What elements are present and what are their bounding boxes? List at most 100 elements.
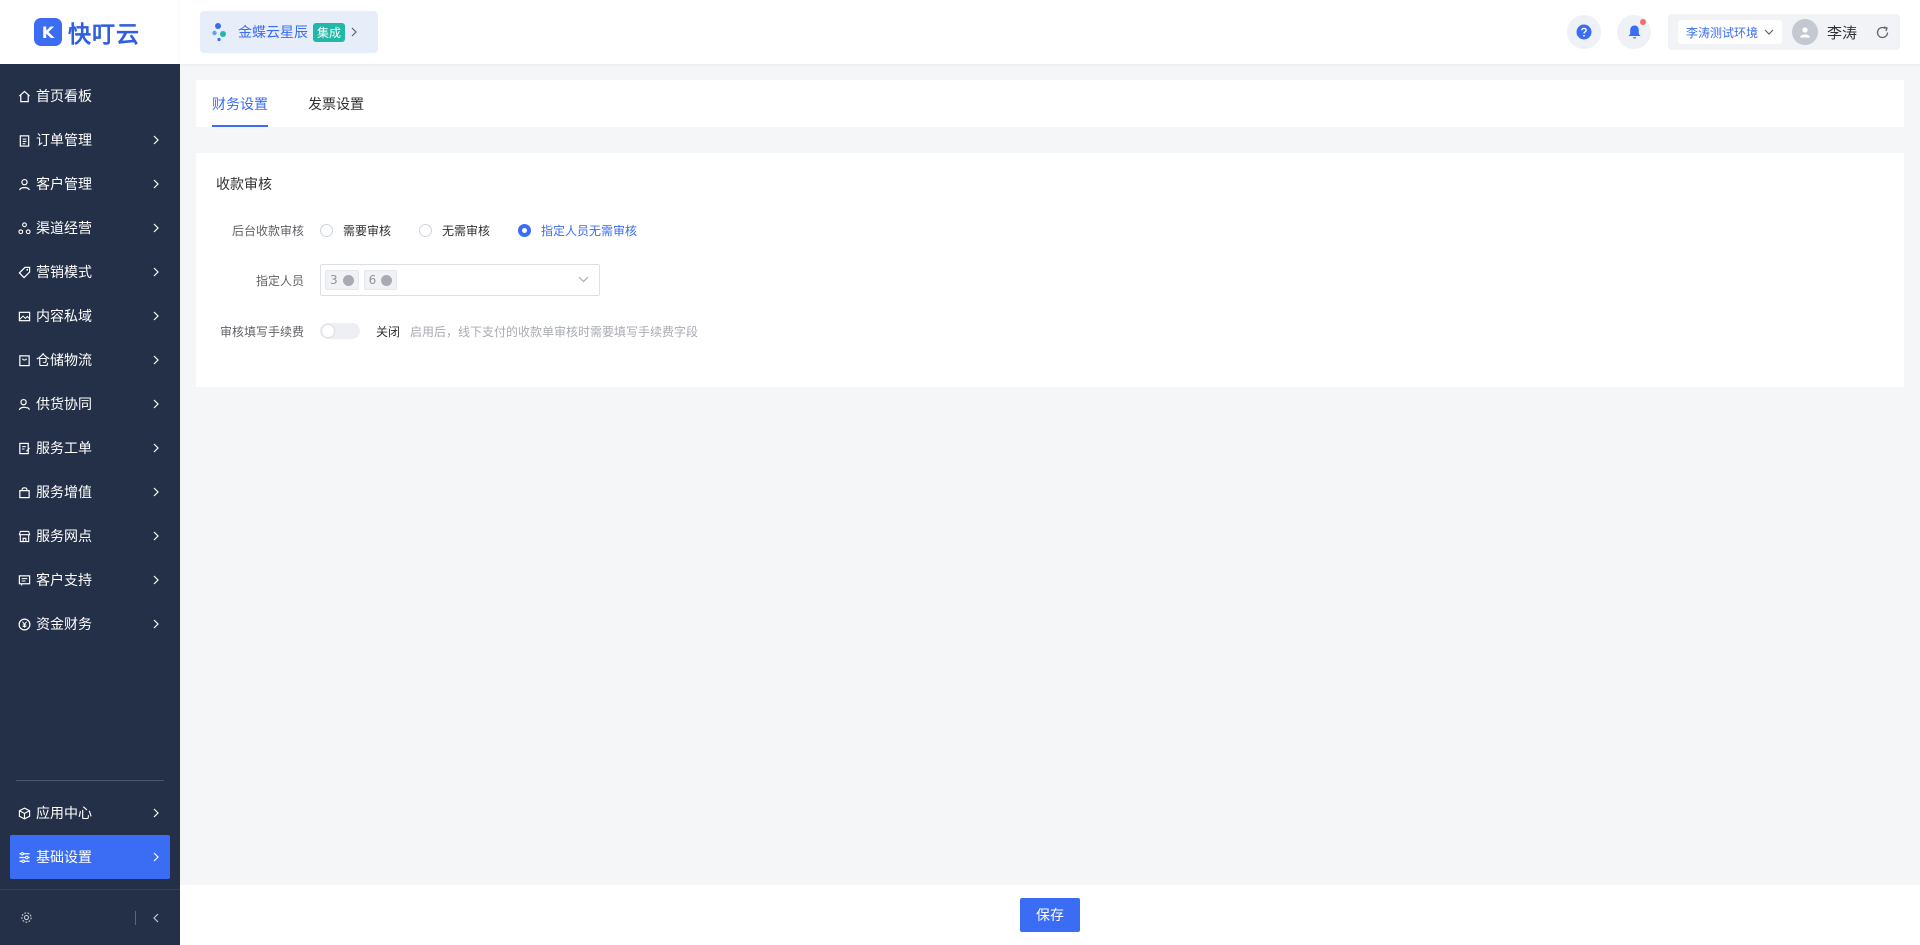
footer-bar: 保存 [180,885,1920,945]
avatar[interactable] [1792,19,1819,45]
ticket-icon [16,440,32,456]
sidebar: K 快叮云 首页看板 订单管理 客户管理 渠道经营 营销模式 内容私域 仓储物流… [0,0,180,945]
footer-separator [135,910,136,925]
chevron-right-icon [150,310,162,322]
brand-name: 快叮云 [68,22,140,48]
user-name: 李涛 [1827,23,1858,42]
app-chip-name: 金蝶云星辰 [238,25,308,41]
integration-app-chip[interactable]: 金蝶云星辰 集成 [200,11,378,53]
sidebar-bottom-menu: 应用中心 基础设置 [0,791,180,879]
chevron-down-icon [578,275,589,283]
assignee-tag: 6 [363,270,398,290]
environment-label: 李涛测试环境 [1686,25,1759,40]
image-icon [16,308,32,324]
assignee-tag: 3 [325,270,359,290]
sidebar-item-dashboard[interactable]: 首页看板 [0,74,180,118]
tab-invoice-settings[interactable]: 发票设置 [308,80,364,127]
sidebar-item-app-center[interactable]: 应用中心 [0,791,180,835]
fee-switch-state: 关闭 [376,324,401,339]
payment-review-panel: 收款审核 后台收款审核 需要审核 无需审核 指定人员无需审核 指定人员 3 6 [196,153,1904,387]
radio-need-review[interactable]: 需要审核 [320,222,391,239]
supplier-icon [16,396,32,412]
user-box: 李涛测试环境 李涛 [1668,14,1900,50]
top-header: 金蝶云星辰 集成 李涛测试环境 李涛 [180,0,1920,64]
chevron-right-icon [150,851,162,863]
gear-icon[interactable] [20,911,33,924]
review-row: 后台收款审核 需要审核 无需审核 指定人员无需审核 [196,218,665,242]
sidebar-item-customer-support[interactable]: 客户支持 [0,558,180,602]
sidebar-item-content[interactable]: 内容私域 [0,294,180,338]
clipboard-icon [16,132,32,148]
logo[interactable]: K 快叮云 [0,0,180,64]
bell-icon [1627,24,1642,40]
settings-tabs: 财务设置 发票设置 [196,80,1904,127]
tag-icon [16,264,32,280]
fee-row: 审核填写手续费 关闭 启用后，线下支付的收款单审核时需要填写手续费字段 [196,319,698,343]
environment-select[interactable]: 李涛测试环境 [1678,20,1783,44]
assignee-row: 指定人员 3 6 [196,264,600,296]
chevron-down-icon [1764,28,1774,36]
save-button[interactable]: 保存 [1020,898,1080,932]
section-title: 收款审核 [216,177,272,193]
support-icon [16,572,32,588]
sidebar-item-channels[interactable]: 渠道经营 [0,206,180,250]
help-icon [1576,24,1592,40]
chevron-right-icon [150,618,162,630]
tab-finance-settings[interactable]: 财务设置 [212,80,268,127]
assignee-label: 指定人员 [255,273,304,288]
radio-circle [419,223,433,237]
sidebar-item-service-tickets[interactable]: 服务工单 [0,426,180,470]
bag-icon [16,484,32,500]
sidebar-footer [0,889,180,945]
radio-no-review[interactable]: 无需审核 [419,222,490,239]
sidebar-item-warehouse[interactable]: 仓储物流 [0,338,180,382]
radio-circle [518,223,532,237]
sidebar-menu: 首页看板 订单管理 客户管理 渠道经营 营销模式 内容私域 仓储物流 供货协同 … [0,64,180,646]
fee-switch[interactable] [320,323,360,339]
tag-close-icon[interactable] [342,274,354,286]
notifications-button[interactable] [1617,15,1651,49]
chevron-right-icon [150,574,162,586]
settings-list-icon [16,849,32,865]
chevron-right-icon [150,807,162,819]
notification-dot [1640,19,1646,25]
box-icon [16,352,32,368]
yuan-icon [16,616,32,632]
home-icon [16,88,32,104]
collapse-sidebar-icon[interactable] [152,913,160,923]
chevron-right-icon [150,134,162,146]
chevron-right-icon [150,178,162,190]
chevron-right-icon [150,354,162,366]
app-dots-icon [212,22,230,42]
chevron-right-icon [150,442,162,454]
user-icon [16,176,32,192]
brand-logo-icon: K [34,18,62,46]
fee-hint: 启用后，线下支付的收款单审核时需要填写手续费字段 [410,324,699,339]
cube-icon [16,805,32,821]
sidebar-item-customers[interactable]: 客户管理 [0,162,180,206]
radio-assigned-no-review[interactable]: 指定人员无需审核 [518,222,637,239]
fee-label: 审核填写手续费 [219,324,304,339]
sidebar-item-orders[interactable]: 订单管理 [0,118,180,162]
sidebar-divider [16,780,164,781]
store-icon [16,528,32,544]
sidebar-item-service-points[interactable]: 服务网点 [0,514,180,558]
chevron-right-icon [150,266,162,278]
chevron-right-icon [150,398,162,410]
channel-icon [16,220,32,236]
sidebar-item-supply[interactable]: 供货协同 [0,382,180,426]
assignee-select[interactable]: 3 6 [320,264,600,296]
tag-close-icon[interactable] [381,274,393,286]
review-label: 后台收款审核 [231,223,304,238]
app-chip-badge: 集成 [313,22,346,42]
radio-circle [320,223,333,237]
chevron-right-icon [150,222,162,234]
sidebar-item-value-added[interactable]: 服务增值 [0,470,180,514]
chevron-right-icon [150,530,162,542]
sidebar-item-basic-settings[interactable]: 基础设置 [10,835,170,879]
sidebar-item-finance[interactable]: 资金财务 [0,602,180,646]
chevron-right-icon [150,486,162,498]
refresh-icon[interactable] [1875,25,1890,40]
sidebar-item-marketing[interactable]: 营销模式 [0,250,180,294]
help-button[interactable] [1567,15,1601,49]
